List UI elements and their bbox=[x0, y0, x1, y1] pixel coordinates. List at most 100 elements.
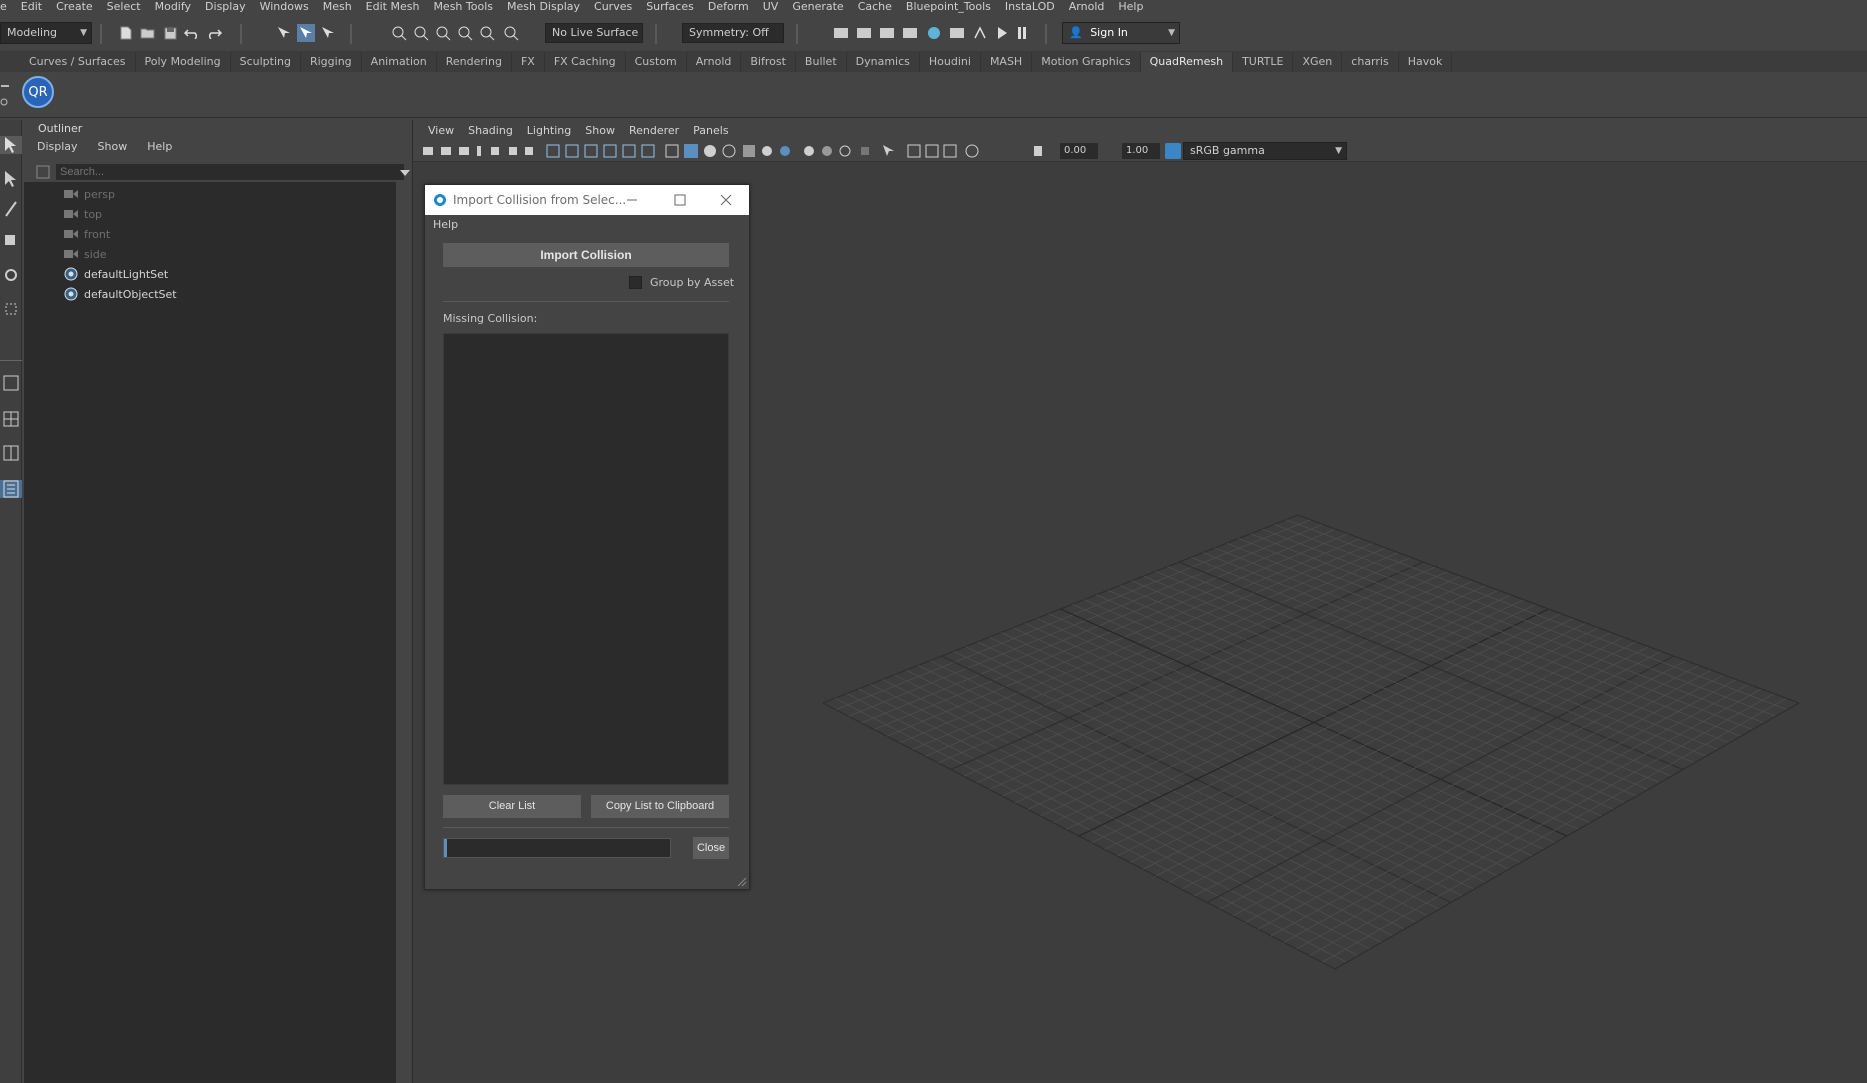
shelf-tab[interactable]: Bullet bbox=[796, 52, 847, 72]
select-component-icon[interactable] bbox=[319, 24, 337, 42]
menu-item[interactable]: Bluepoint_Tools bbox=[899, 1, 998, 12]
snap-point-icon[interactable] bbox=[434, 24, 452, 42]
shelf-tab[interactable]: Rendering bbox=[437, 52, 512, 72]
render-settings-icon[interactable] bbox=[901, 24, 919, 42]
menu-item[interactable]: Curves bbox=[587, 1, 639, 12]
shelf-tab[interactable]: Bifrost bbox=[741, 52, 796, 72]
menu-item[interactable]: Mesh Display bbox=[500, 1, 587, 12]
menu-item[interactable]: Generate bbox=[785, 1, 850, 12]
viewport-menu-shading[interactable]: Shading bbox=[461, 124, 520, 137]
shelf-tab[interactable]: FX Caching bbox=[545, 52, 626, 72]
rotate-tool-icon[interactable] bbox=[0, 266, 22, 284]
ipr-render-icon[interactable] bbox=[878, 24, 896, 42]
menu-item[interactable]: Help bbox=[1111, 1, 1150, 12]
shelf-tab[interactable]: Motion Graphics bbox=[1032, 52, 1141, 72]
quadremesh-button[interactable]: QR bbox=[22, 76, 54, 108]
missing-collision-list[interactable] bbox=[443, 333, 729, 785]
outliner-layout-icon[interactable] bbox=[0, 480, 22, 498]
menu-item[interactable]: Display bbox=[198, 1, 253, 12]
shelf-tab[interactable]: FX bbox=[512, 52, 545, 72]
shelf-tab[interactable]: Animation bbox=[362, 52, 437, 72]
select-tool-icon[interactable] bbox=[0, 136, 22, 154]
menu-item[interactable]: Edit Mesh bbox=[359, 1, 427, 12]
outliner-menu-show[interactable]: Show bbox=[85, 140, 135, 153]
live-surface-field[interactable]: No Live Surface bbox=[545, 23, 643, 43]
menu-item[interactable]: Select bbox=[100, 1, 148, 12]
menu-item[interactable]: Cache bbox=[851, 1, 899, 12]
menu-item[interactable]: Mesh Tools bbox=[426, 1, 500, 12]
menu-item[interactable]: e bbox=[0, 1, 14, 12]
single-pane-layout-icon[interactable] bbox=[0, 374, 22, 392]
chevron-down-icon[interactable] bbox=[400, 167, 410, 177]
save-scene-icon[interactable] bbox=[161, 24, 179, 42]
render-view-icon[interactable] bbox=[948, 24, 966, 42]
workspace-dropdown[interactable]: Modeling ▼ bbox=[0, 22, 92, 44]
snap-curve-icon[interactable] bbox=[412, 24, 430, 42]
redo-icon[interactable] bbox=[205, 24, 223, 42]
color-management-icon[interactable] bbox=[1165, 143, 1181, 159]
menu-item[interactable]: Arnold bbox=[1062, 1, 1112, 12]
sign-in-dropdown[interactable]: 👤 Sign In ▼ bbox=[1062, 22, 1180, 44]
render-frame-icon[interactable] bbox=[832, 24, 850, 42]
shelf-tab[interactable]: Rigging bbox=[301, 52, 362, 72]
open-scene-icon[interactable] bbox=[139, 24, 157, 42]
outliner-menu-help[interactable]: Help bbox=[134, 140, 179, 153]
pause-icon[interactable] bbox=[1013, 24, 1031, 42]
undo-icon[interactable] bbox=[183, 24, 201, 42]
menu-item[interactable]: Create bbox=[49, 1, 100, 12]
arnold-render-icon[interactable] bbox=[971, 24, 989, 42]
shelf-tab[interactable]: Arnold bbox=[687, 52, 742, 72]
dialog-help-menu[interactable]: Help bbox=[433, 218, 458, 231]
checkbox-box[interactable] bbox=[629, 276, 642, 289]
list-item[interactable]: side bbox=[64, 245, 107, 263]
shelf-tab[interactable]: Dynamics bbox=[847, 52, 920, 72]
outliner-search-input[interactable] bbox=[56, 164, 404, 180]
shelf-tab[interactable]: Havok bbox=[1399, 52, 1453, 72]
menu-item[interactable]: InstaLOD bbox=[998, 1, 1062, 12]
select-object-icon[interactable] bbox=[297, 24, 315, 42]
play-icon[interactable] bbox=[993, 24, 1011, 42]
outliner-filter-icon[interactable] bbox=[36, 165, 50, 179]
menu-item[interactable]: UV bbox=[756, 1, 786, 12]
menu-item[interactable]: Edit bbox=[14, 1, 49, 12]
resize-grip-icon[interactable] bbox=[737, 877, 747, 887]
snap-grid-icon[interactable] bbox=[390, 24, 408, 42]
shelf-tab[interactable]: Custom bbox=[626, 52, 687, 72]
shelf-tab[interactable]: Curves / Surfaces bbox=[20, 52, 136, 72]
maximize-icon[interactable] bbox=[657, 185, 703, 215]
move-tool-icon[interactable] bbox=[0, 230, 22, 248]
shelf-tab[interactable]: charris bbox=[1342, 52, 1399, 72]
paint-select-icon[interactable] bbox=[0, 200, 22, 218]
snap-view-icon[interactable] bbox=[456, 24, 474, 42]
select-hierarchy-icon[interactable] bbox=[275, 24, 293, 42]
menu-item[interactable]: Mesh bbox=[316, 1, 359, 12]
shelf-options-icon[interactable] bbox=[0, 82, 10, 108]
list-item[interactable]: persp bbox=[64, 185, 115, 203]
shelf-tab[interactable]: MASH bbox=[981, 52, 1033, 72]
dialog-title-bar[interactable]: Import Collision from Selec... bbox=[425, 185, 749, 215]
snap-live-icon[interactable] bbox=[502, 24, 520, 42]
render-sequence-icon[interactable] bbox=[855, 24, 873, 42]
snap-surface-icon[interactable] bbox=[478, 24, 496, 42]
list-item[interactable]: top bbox=[64, 205, 102, 223]
lasso-tool-icon[interactable] bbox=[0, 170, 22, 188]
four-pane-layout-icon[interactable] bbox=[0, 410, 22, 428]
shelf-tab[interactable]: QuadRemesh bbox=[1140, 52, 1234, 72]
viewport-menu-show[interactable]: Show bbox=[578, 124, 622, 137]
menu-item[interactable]: Deform bbox=[701, 1, 756, 12]
viewport-menu-panels[interactable]: Panels bbox=[686, 124, 735, 137]
viewport-menu-lighting[interactable]: Lighting bbox=[520, 124, 578, 137]
scale-tool-icon[interactable] bbox=[0, 300, 22, 318]
menu-item[interactable]: Modify bbox=[148, 1, 198, 12]
gamma-field[interactable]: 1.00 bbox=[1122, 143, 1160, 159]
exposure-field[interactable]: 0.00 bbox=[1060, 143, 1098, 159]
hypershade-icon[interactable] bbox=[925, 24, 943, 42]
shelf-tab[interactable]: TURTLE bbox=[1233, 52, 1294, 72]
color-space-dropdown[interactable]: sRGB gamma ▼ bbox=[1183, 142, 1347, 160]
group-by-asset-checkbox[interactable]: Group by Asset bbox=[629, 276, 734, 289]
shelf-tab[interactable]: XGen bbox=[1293, 52, 1343, 72]
menu-item[interactable]: Windows bbox=[253, 1, 316, 12]
two-pane-layout-icon[interactable] bbox=[0, 444, 22, 462]
minimize-icon[interactable] bbox=[609, 185, 655, 215]
copy-list-button[interactable]: Copy List to Clipboard bbox=[591, 795, 729, 818]
